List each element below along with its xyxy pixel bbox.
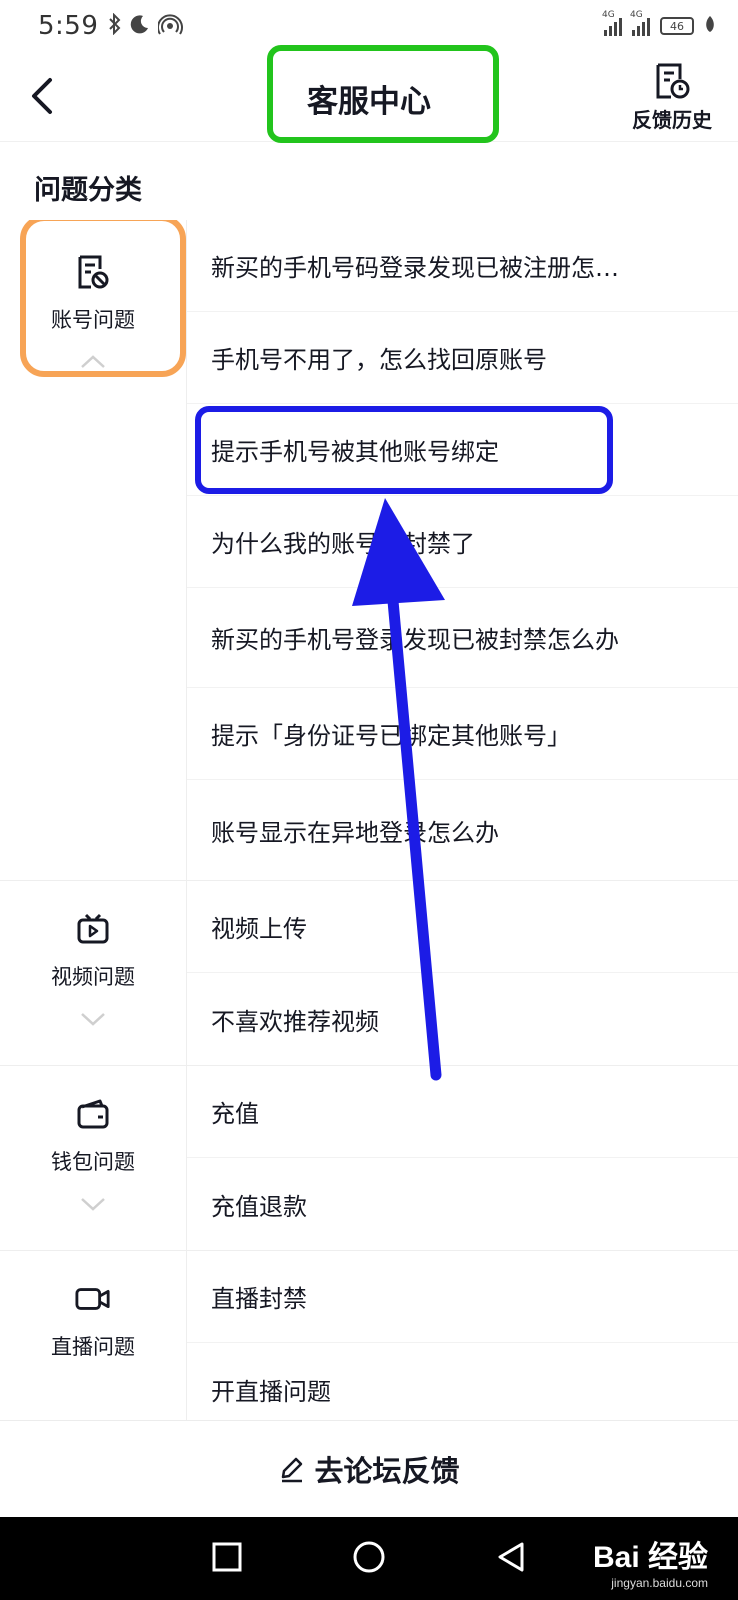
bluetooth-icon — [108, 12, 122, 39]
baidu-watermark: Bai 经验 jingyan.baidu.com — [593, 1532, 708, 1590]
category-label: 钱包问题 — [51, 1150, 135, 1174]
battery-icon: 46 — [660, 17, 694, 35]
forum-feedback-label: 去论坛反馈 — [314, 1453, 460, 1488]
forum-feedback-button[interactable]: 去论坛反馈 — [0, 1420, 738, 1516]
feedback-history-label: 反馈历史 — [632, 108, 712, 132]
category-tab-video[interactable]: 视频问题 — [0, 881, 187, 1065]
question-item[interactable]: 不喜欢推荐视频 — [187, 973, 738, 1065]
question-item[interactable]: 新买的手机号码登录发现已被注册怎… — [187, 220, 738, 312]
category-label: 直播问题 — [51, 1335, 135, 1359]
question-item[interactable]: 为什么我的账号被封禁了 — [187, 496, 738, 588]
watermark-url: jingyan.baidu.com — [611, 1576, 708, 1590]
question-item[interactable]: 直播封禁 — [187, 1251, 738, 1343]
question-list: 直播封禁 开直播问题 — [187, 1251, 738, 1420]
leaf-icon — [704, 14, 716, 38]
title-highlight-box — [267, 45, 499, 143]
signal-icon: 4G — [630, 10, 650, 36]
home-button[interactable] — [352, 1540, 386, 1578]
question-item[interactable]: 充值退款 — [187, 1158, 738, 1250]
moon-icon — [130, 14, 150, 38]
question-item[interactable]: 提示「身份证号已绑定其他账号」 — [187, 688, 738, 780]
category-video: 视频问题 视频上传 不喜欢推荐视频 — [0, 881, 738, 1066]
history-doc-icon — [656, 63, 690, 99]
category-label: 视频问题 — [51, 965, 135, 989]
section-title: 问题分类 — [34, 175, 142, 206]
question-item[interactable]: 视频上传 — [187, 881, 738, 973]
question-item[interactable]: 开直播问题 — [187, 1343, 738, 1420]
category-live: 直播问题 直播封禁 开直播问题 — [0, 1251, 738, 1420]
category-tab-account[interactable]: 账号问题 — [0, 220, 187, 880]
pencil-icon — [282, 1457, 303, 1482]
category-wallet: 钱包问题 充值 充值退款 — [0, 1066, 738, 1251]
chevron-up-icon[interactable] — [80, 354, 106, 373]
question-item[interactable]: 手机号不用了，怎么找回原账号 — [187, 312, 738, 404]
recent-apps-button[interactable] — [212, 1542, 242, 1576]
question-item[interactable]: 提示手机号被其他账号绑定 — [187, 404, 738, 496]
camera-icon — [75, 1281, 111, 1317]
account-doc-icon — [75, 254, 111, 290]
wallet-icon — [75, 1096, 111, 1132]
hotspot-icon — [157, 13, 184, 39]
status-time: 5:59 — [38, 11, 99, 41]
feedback-history-button[interactable]: 反馈历史 — [624, 62, 720, 136]
question-list: 视频上传 不喜欢推荐视频 — [187, 881, 738, 1065]
category-account: 账号问题 新买的手机号码登录发现已被注册怎… 手机号不用了，怎么找回原账号 提示… — [0, 220, 738, 881]
back-nav-button[interactable] — [496, 1541, 526, 1577]
battery-level: 46 — [670, 19, 684, 33]
question-item[interactable]: 充值 — [187, 1066, 738, 1158]
question-item[interactable]: 账号显示在异地登录怎么办 — [187, 780, 738, 880]
question-item[interactable]: 新买的手机号登录发现已被封禁怎么办 — [187, 588, 738, 688]
question-list: 新买的手机号码登录发现已被注册怎… 手机号不用了，怎么找回原账号 提示手机号被其… — [187, 220, 738, 880]
category-tab-live[interactable]: 直播问题 — [0, 1251, 187, 1420]
signal-label: 4G — [630, 10, 643, 20]
category-label: 账号问题 — [51, 308, 135, 332]
category-list: 账号问题 新买的手机号码登录发现已被注册怎… 手机号不用了，怎么找回原账号 提示… — [0, 220, 738, 1420]
watermark-logo: Bai 经验 — [592, 1541, 708, 1574]
category-tab-wallet[interactable]: 钱包问题 — [0, 1066, 187, 1250]
header: 客服中心 反馈历史 — [0, 45, 738, 143]
tv-icon — [75, 911, 111, 947]
signal-label: 4G — [602, 10, 615, 20]
chevron-down-icon[interactable] — [80, 1011, 106, 1030]
chevron-down-icon[interactable] — [80, 1196, 106, 1215]
question-list: 充值 充值退款 — [187, 1066, 738, 1250]
signal-icon: 4G — [602, 10, 622, 36]
